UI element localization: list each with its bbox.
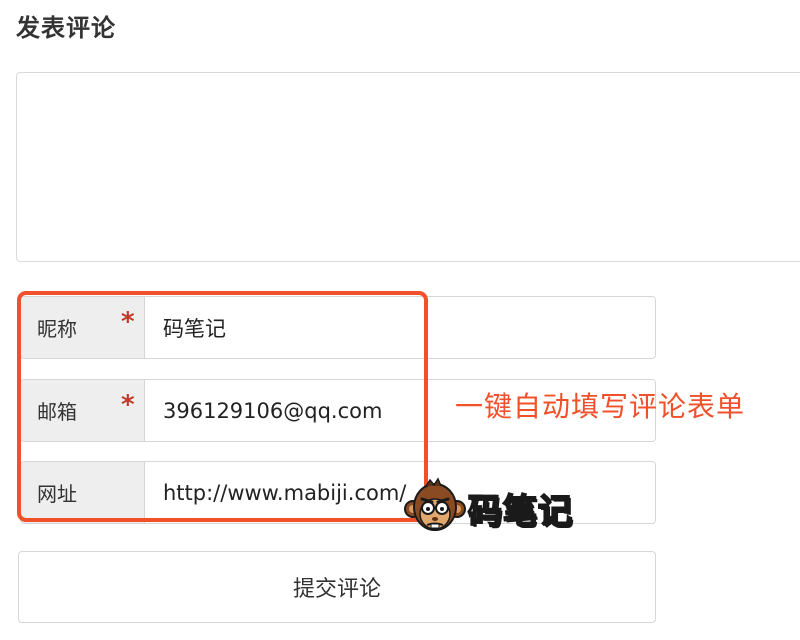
brand-watermark: 码笔记 <box>404 476 573 540</box>
brand-name: 码笔记 <box>467 491 573 533</box>
autofill-annotation: 一键自动填写评论表单 <box>455 390 746 423</box>
website-input[interactable] <box>145 462 655 523</box>
required-asterisk: * <box>121 390 135 420</box>
nickname-label: 昵称 <box>37 317 77 341</box>
nickname-field-group: 昵称 * <box>20 296 656 359</box>
nickname-input[interactable] <box>145 297 655 358</box>
monkey-face-icon <box>404 477 466 531</box>
email-label-cell: 邮箱 * <box>21 380 145 441</box>
required-asterisk: * <box>121 307 135 337</box>
page-title: 发表评论 <box>16 14 116 42</box>
submit-comment-button[interactable]: 提交评论 <box>18 551 656 623</box>
website-label: 网址 <box>37 482 77 506</box>
comment-textarea[interactable] <box>16 72 800 262</box>
comment-form-page: 发表评论 昵称 * 邮箱 * 网址 一键自动填写评论表单 <box>0 0 800 640</box>
website-label-cell: 网址 <box>21 462 145 523</box>
nickname-label-cell: 昵称 * <box>21 297 145 358</box>
email-label: 邮箱 <box>37 400 77 424</box>
